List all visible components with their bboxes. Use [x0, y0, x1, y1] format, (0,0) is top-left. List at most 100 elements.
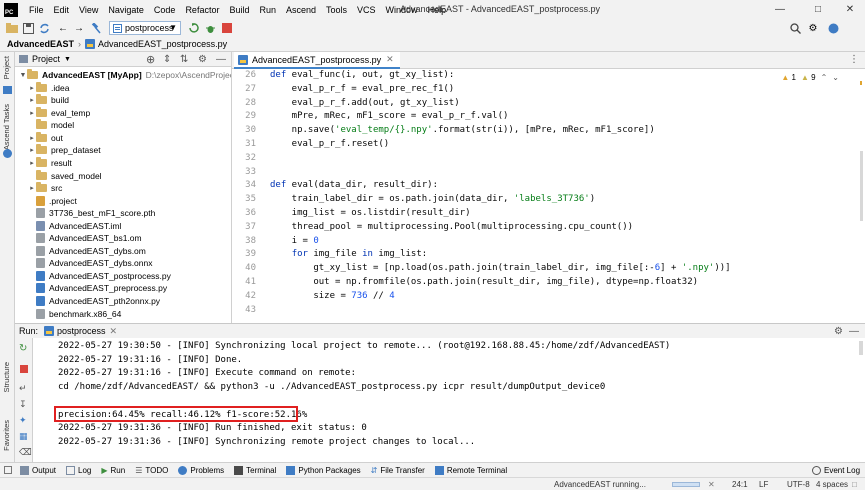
menu-ascend[interactable]: Ascend — [281, 5, 321, 15]
console-line[interactable]: 2022-05-27 19:31:36 - [INFO] Run finishe… — [58, 423, 367, 433]
warning-marker[interactable] — [860, 81, 862, 85]
debug-icon[interactable] — [203, 21, 217, 35]
tree-folder[interactable]: ▸ build — [28, 94, 69, 106]
tab-event-log[interactable]: Event Log — [812, 465, 860, 475]
code-line[interactable]: size = 736 // 4 — [270, 291, 394, 301]
print-icon[interactable]: ▦ — [19, 431, 28, 442]
run-configuration-select[interactable]: postprocess ▼ — [109, 21, 181, 35]
inspection-widget[interactable]: ▲ 1 ▲ 9 ⌃ ⌄ — [781, 73, 839, 82]
tab-menu-icon[interactable]: ⋮ — [849, 54, 859, 65]
chevron-right-icon[interactable]: ▸ — [28, 159, 36, 167]
indent-setting[interactable]: 4 spaces — [816, 480, 848, 489]
settings-gear-icon[interactable]: ⚙ — [806, 21, 820, 35]
chevron-down-icon[interactable]: ⌄ — [832, 73, 839, 82]
settings-gear-icon[interactable]: ⚙ — [834, 326, 843, 337]
cancel-process-icon[interactable]: ✕ — [708, 480, 715, 489]
chevron-down-icon[interactable]: ▼ — [19, 72, 27, 79]
code-line[interactable]: for img_file in img_list: — [270, 249, 427, 259]
code-line[interactable]: def eval(data_dir, result_dir): — [270, 180, 438, 190]
menu-file[interactable]: File — [24, 5, 49, 15]
console-line[interactable]: cd /home/zdf/AdvancedEAST/ && python3 -u… — [58, 382, 605, 392]
tree-file[interactable]: AdvancedEAST_dybs.om — [28, 245, 146, 257]
menu-view[interactable]: View — [74, 5, 103, 15]
tab-terminal[interactable]: Terminal — [234, 465, 276, 475]
tree-folder[interactable]: ▸ src — [28, 182, 62, 194]
build-hammer-icon[interactable] — [89, 21, 103, 35]
tab-output[interactable]: Output — [20, 465, 56, 475]
breadcrumb-file[interactable]: AdvancedEAST_postprocess.py — [98, 39, 227, 49]
code-line[interactable]: eval_p_r_f = eval_pre_rec_f1() — [270, 84, 455, 94]
hide-panel-icon[interactable]: — — [216, 54, 226, 65]
console-scrollbar-thumb[interactable] — [859, 341, 863, 355]
tree-file[interactable]: 3T736_best_mF1_score.pth — [28, 207, 155, 219]
close-tab-icon[interactable]: ✕ — [110, 326, 118, 337]
code-line[interactable]: eval_p_r_f.reset() — [270, 139, 390, 149]
back-arrow-icon[interactable]: ← — [56, 21, 70, 35]
menu-refactor[interactable]: Refactor — [180, 5, 224, 15]
collapse-all-icon[interactable]: ⇅ — [180, 54, 188, 65]
chevron-right-icon[interactable]: ▸ — [28, 146, 36, 154]
tab-file-transfer[interactable]: ⇵ File Transfer — [371, 466, 425, 475]
settings-gear-icon[interactable]: ⚙ — [198, 54, 207, 65]
tab-run[interactable]: ▶ Run — [101, 466, 125, 475]
file-encoding[interactable]: UTF-8 — [787, 480, 810, 489]
close-window-button[interactable]: ✕ — [838, 2, 862, 16]
sync-icon[interactable] — [37, 21, 51, 35]
project-tool-tab[interactable]: Project — [2, 56, 11, 79]
pin-tab-icon[interactable]: ✦ — [19, 415, 27, 426]
tree-file[interactable]: AdvancedEAST_bs1.om — [28, 232, 142, 244]
chevron-down-icon[interactable]: ▼ — [64, 56, 71, 63]
warning-count[interactable]: ▲ 1 — [781, 73, 796, 82]
open-folder-icon[interactable] — [5, 21, 19, 35]
run-console[interactable]: 2022-05-27 19:30:50 - [INFO] Synchronizi… — [33, 338, 865, 462]
tab-problems[interactable]: Problems — [178, 465, 224, 475]
editor-scrollbar[interactable] — [857, 69, 865, 323]
soft-wrap-icon[interactable]: ↵ — [19, 383, 27, 394]
code-line[interactable]: mPre, mRec, mF1_score = eval_p_r_f.val() — [270, 111, 509, 121]
editor-tab-postprocess[interactable]: AdvancedEAST_postprocess.py ✕ — [234, 52, 400, 69]
rerun-icon[interactable] — [186, 21, 200, 35]
favorites-tool-tab[interactable]: Favorites — [2, 420, 11, 451]
menu-edit[interactable]: Edit — [49, 5, 75, 15]
run-tab-postprocess[interactable]: postprocess — [57, 326, 106, 336]
caret-position[interactable]: 24:1 — [732, 480, 748, 489]
menu-build[interactable]: Build — [224, 5, 254, 15]
tree-folder[interactable]: saved_model — [28, 169, 102, 181]
menu-navigate[interactable]: Navigate — [103, 5, 149, 15]
logo-ide-icon[interactable] — [826, 21, 840, 35]
chevron-right-icon[interactable]: ▸ — [28, 96, 36, 104]
console-line[interactable]: 2022-05-27 19:31:16 - [INFO] Done. — [58, 355, 242, 365]
weak-warning-count[interactable]: ▲ 9 — [801, 73, 816, 82]
minimize-button[interactable]: — — [768, 2, 792, 16]
code-line[interactable]: def eval_func(i, out, gt_xy_list): — [270, 70, 454, 80]
scroll-to-end-icon[interactable]: ↧ — [19, 399, 27, 410]
hide-panel-icon[interactable]: — — [849, 326, 859, 337]
menu-vcs[interactable]: VCS — [352, 5, 381, 15]
console-line[interactable]: 2022-05-27 19:31:16 - [INFO] Execute com… — [58, 368, 356, 378]
code-line[interactable]: gt_xy_list = [np.load(os.path.join(train… — [270, 263, 730, 273]
locate-target-icon[interactable]: ⊕ — [146, 53, 155, 66]
rerun-icon[interactable]: ↻ — [19, 343, 27, 354]
tree-folder[interactable]: ▸ out — [28, 131, 63, 144]
lock-icon[interactable]: □ — [852, 480, 857, 489]
tree-file[interactable]: AdvancedEAST.iml — [28, 220, 121, 232]
console-line[interactable]: 2022-05-27 19:30:50 - [INFO] Synchronizi… — [58, 341, 670, 351]
code-line[interactable]: i = 0 — [270, 236, 319, 246]
menu-run[interactable]: Run — [254, 5, 281, 15]
code-line[interactable]: thread_pool = multiprocessing.Pool(multi… — [270, 222, 633, 232]
stop-icon[interactable] — [220, 21, 234, 35]
chevron-right-icon[interactable]: ▸ — [28, 134, 36, 142]
close-tab-icon[interactable]: ✕ — [386, 54, 394, 65]
ascend-tasks-tool-tab[interactable]: Ascend Tasks — [2, 104, 11, 150]
tree-file[interactable]: AdvancedEAST_postprocess.py — [28, 270, 171, 282]
breadcrumb-project[interactable]: AdvancedEAST — [7, 39, 74, 49]
tab-remote-terminal[interactable]: Remote Terminal — [434, 465, 507, 475]
chevron-up-icon[interactable]: ⌃ — [821, 73, 828, 82]
trash-icon[interactable]: ⌫ — [19, 447, 32, 458]
chevron-right-icon[interactable]: ▸ — [28, 84, 36, 92]
stop-icon[interactable] — [20, 365, 28, 373]
tree-file[interactable]: benchmark.x86_64 — [28, 307, 121, 319]
code-line[interactable]: img_list = os.listdir(result_dir) — [270, 208, 471, 218]
tree-folder[interactable]: ▸ eval_temp — [28, 106, 90, 119]
progress-bar[interactable] — [672, 482, 700, 487]
